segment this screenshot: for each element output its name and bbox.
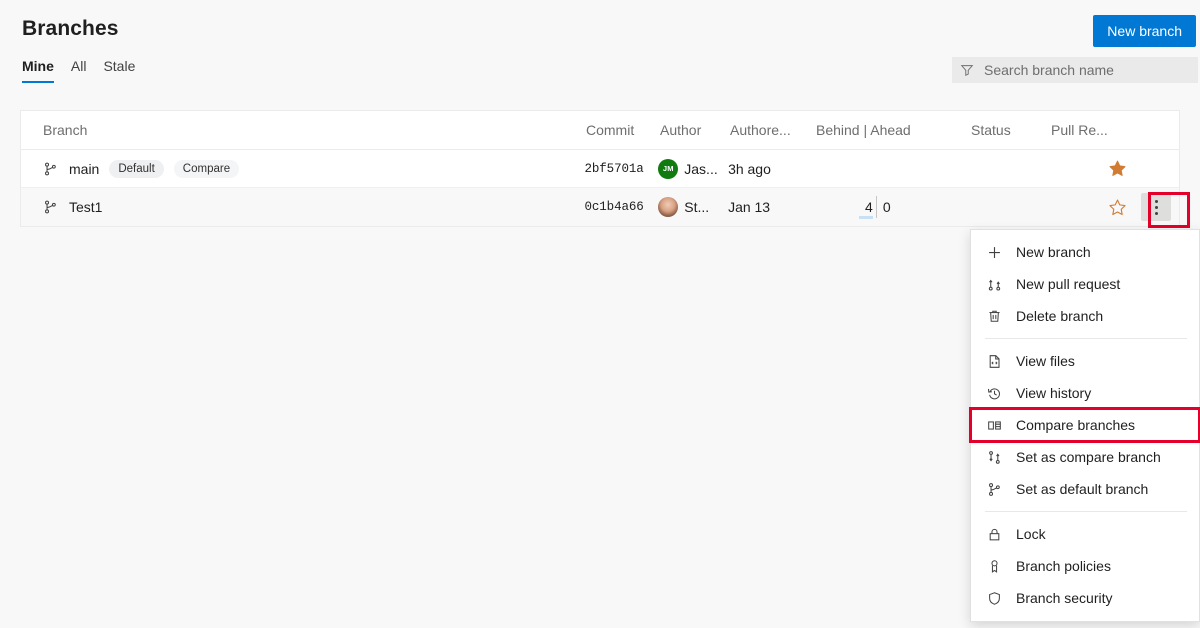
policy-icon — [985, 559, 1003, 574]
branch-icon — [43, 199, 58, 215]
menu-item-set-as-compare-branch[interactable]: Set as compare branch — [971, 441, 1199, 473]
search-branch-box[interactable] — [952, 57, 1198, 83]
commit-hash[interactable]: 2bf5701a — [584, 162, 658, 176]
menu-item-label: View history — [1016, 385, 1092, 401]
column-header-pull-request: Pull Re... — [1051, 122, 1108, 138]
ahead-count: 0 — [882, 199, 891, 215]
avatar — [658, 197, 679, 217]
trash-icon — [985, 309, 1003, 324]
branch-icon — [43, 161, 58, 177]
menu-item-label: Compare branches — [1016, 417, 1136, 433]
page-title: Branches — [22, 17, 119, 40]
tab-all[interactable]: All — [71, 58, 87, 83]
menu-divider — [985, 511, 1187, 512]
commit-hash[interactable]: 0c1b4a66 — [584, 200, 658, 214]
menu-item-new-pull-request[interactable]: New pull request — [971, 268, 1199, 300]
table-row[interactable]: main Default Compare 2bf5701a JM Jas... … — [21, 150, 1179, 188]
row-actions — [1108, 159, 1179, 178]
menu-item-label: New pull request — [1016, 276, 1121, 292]
pull-request-icon — [985, 277, 1003, 292]
menu-item-delete-branch[interactable]: Delete branch — [971, 300, 1199, 332]
table-row[interactable]: Test1 0c1b4a66 St... Jan 13 4 0 — [21, 188, 1179, 226]
column-header-status: Status — [971, 122, 1011, 138]
menu-item-label: New branch — [1016, 244, 1091, 260]
more-actions-button[interactable] — [1141, 193, 1171, 221]
search-input[interactable] — [982, 61, 1190, 79]
behind-ahead-cell: 4 0 — [814, 194, 969, 220]
menu-item-label: Set as compare branch — [1016, 449, 1161, 465]
plus-icon — [985, 245, 1003, 260]
behind-bar — [858, 216, 873, 219]
author-name: St... — [684, 199, 710, 215]
branch-cell: Test1 — [21, 199, 584, 215]
menu-item-label: Lock — [1016, 526, 1046, 542]
history-icon — [985, 386, 1003, 401]
menu-item-branch-security[interactable]: Branch security — [971, 582, 1199, 614]
filter-icon — [960, 63, 974, 77]
menu-item-view-files[interactable]: View files — [971, 345, 1199, 377]
menu-item-new-branch[interactable]: New branch — [971, 236, 1199, 268]
branch-name[interactable]: Test1 — [69, 199, 102, 215]
branch-name[interactable]: main — [69, 161, 99, 177]
behind-ahead-divider — [875, 196, 877, 218]
author-cell: St... — [658, 197, 728, 217]
badge-default: Default — [109, 159, 164, 178]
column-header-authored-date: Authore... — [730, 122, 791, 138]
menu-item-label: Branch policies — [1016, 558, 1111, 574]
branches-page: Branches New branch Mine All Stale Branc… — [0, 0, 1200, 628]
behind-count: 4 — [842, 199, 876, 219]
column-header-commit: Commit — [586, 122, 635, 138]
shield-icon — [985, 591, 1003, 606]
branch-icon — [985, 482, 1003, 497]
menu-item-label: Set as default branch — [1016, 481, 1149, 497]
branch-context-menu: New branch New pull request Delete branc… — [969, 229, 1200, 622]
lock-icon — [985, 527, 1003, 542]
avatar: JM — [658, 158, 679, 179]
set-compare-icon — [985, 450, 1003, 465]
menu-divider — [985, 338, 1187, 339]
menu-item-branch-policies[interactable]: Branch policies — [971, 550, 1199, 582]
menu-item-label: Delete branch — [1016, 308, 1104, 324]
author-name: Jas... — [684, 160, 718, 177]
favorite-star-filled-icon[interactable] — [1108, 159, 1127, 178]
menu-item-view-history[interactable]: View history — [971, 377, 1199, 409]
tab-stale[interactable]: Stale — [103, 58, 135, 83]
new-branch-button[interactable]: New branch — [1093, 15, 1196, 47]
menu-item-compare-branches[interactable]: Compare branches — [969, 407, 1200, 443]
branches-table: Branch Commit Author Authore... Behind |… — [20, 110, 1180, 227]
author-cell: JM Jas... — [658, 158, 728, 179]
column-header-branch: Branch — [43, 122, 88, 138]
authored-date: 3h ago — [728, 160, 771, 177]
authored-date: Jan 13 — [728, 199, 771, 215]
menu-item-label: View files — [1016, 353, 1075, 369]
menu-item-label: Branch security — [1016, 590, 1113, 606]
column-header-behind-ahead: Behind | Ahead — [816, 122, 911, 138]
menu-item-set-as-default-branch[interactable]: Set as default branch — [971, 473, 1199, 505]
branch-filter-tabs: Mine All Stale — [22, 58, 135, 83]
table-header-row: Branch Commit Author Authore... Behind |… — [21, 111, 1179, 150]
badge-compare: Compare — [173, 159, 240, 178]
column-header-author: Author — [660, 122, 702, 138]
menu-item-lock[interactable]: Lock — [971, 518, 1199, 550]
file-code-icon — [985, 354, 1003, 369]
row-actions — [1108, 193, 1179, 221]
compare-branches-icon — [985, 418, 1003, 433]
tab-mine[interactable]: Mine — [22, 58, 54, 83]
branch-cell: main Default Compare — [21, 159, 584, 178]
favorite-star-outline-icon[interactable] — [1108, 198, 1127, 217]
